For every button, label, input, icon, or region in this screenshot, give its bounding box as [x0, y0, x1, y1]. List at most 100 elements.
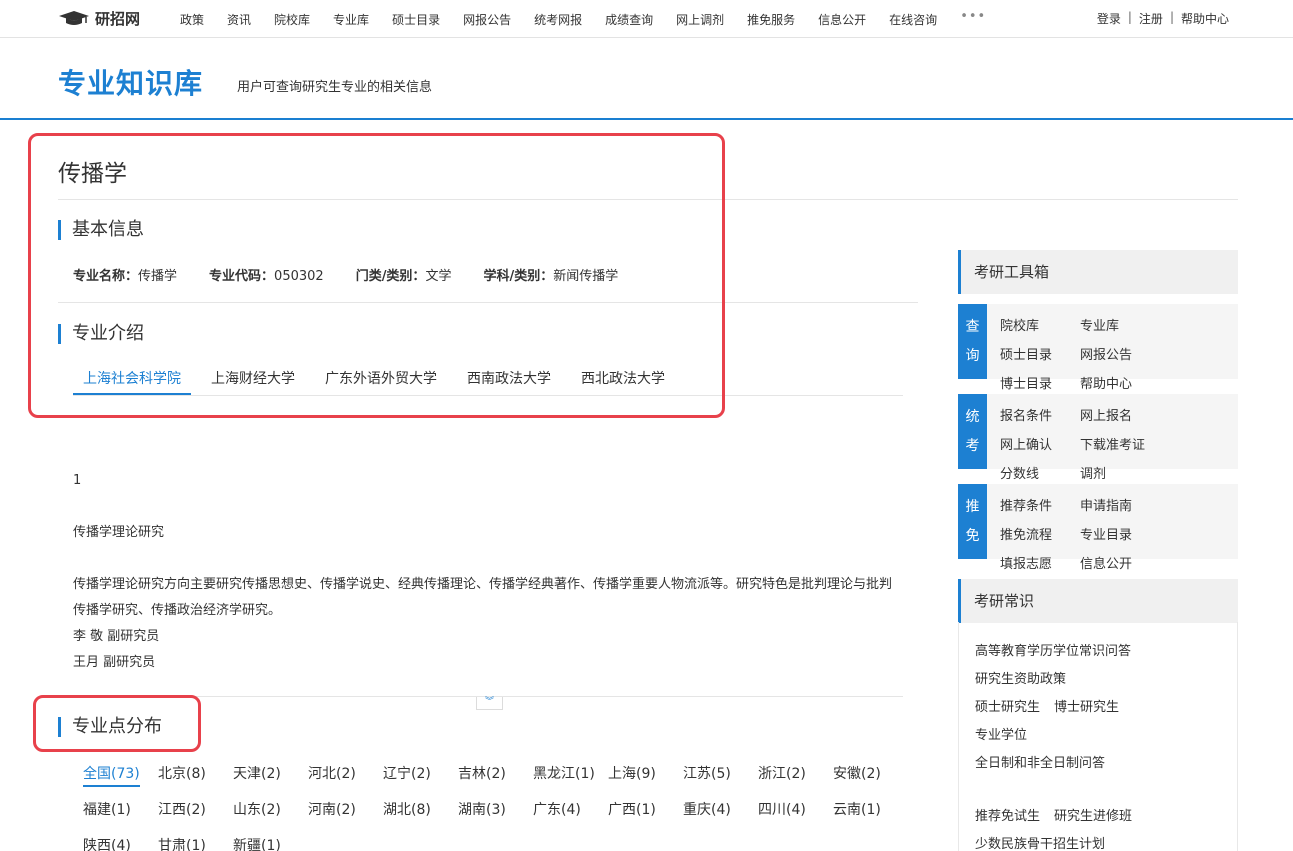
top-navbar: 研招网 政策 资讯 院校库 专业库 硕士目录 网报公告 统考网报 成绩查询 网上… [0, 0, 1293, 38]
knowledge-link[interactable]: 研究生资助政策 [975, 672, 1066, 687]
knowledge-link[interactable]: 研究生进修班 [1054, 809, 1132, 824]
tab-province-all[interactable]: 全国(73) [73, 760, 148, 796]
knowledge-item: 全日制和非全日制问答 [975, 752, 1119, 771]
nav-item-online-consult[interactable]: 在线咨询 [889, 11, 937, 28]
nav-item-adjustment[interactable]: 网上调剂 [676, 11, 724, 28]
knowledge-item: 专业学位 [975, 724, 1041, 743]
nav-item-info-disclosure[interactable]: 信息公开 [818, 11, 866, 28]
tab-province[interactable]: 广东(4) [523, 796, 598, 832]
tool-link[interactable]: 报名条件 [1000, 402, 1080, 431]
nav-item-policy[interactable]: 政策 [180, 11, 204, 28]
tab-province[interactable]: 广西(1) [598, 796, 673, 832]
nav-item-recommendation[interactable]: 推免服务 [747, 11, 795, 28]
knowledge-heading: 考研常识 [958, 579, 1238, 623]
separator: | [1128, 10, 1132, 27]
tab-province[interactable]: 上海(9) [598, 760, 673, 796]
tool-link[interactable]: 信息公开 [1080, 550, 1160, 579]
graduation-cap-icon [58, 10, 90, 26]
register-link[interactable]: 注册 [1139, 10, 1163, 27]
expand-chevron-icon[interactable]: ︾ [476, 697, 503, 710]
knowledge-item: 少数民族骨干招生计划 [975, 833, 1119, 851]
tool-link[interactable]: 填报志愿 [1000, 550, 1080, 579]
tool-link[interactable]: 专业目录 [1080, 521, 1160, 550]
tool-links: 报名条件 网上报名 网上确认 下载准考证 分数线 调剂 [1000, 402, 1235, 489]
tab-province[interactable]: 安徽(2) [823, 760, 898, 796]
knowledge-link[interactable]: 全日制和非全日制问答 [975, 756, 1105, 771]
knowledge-link[interactable]: 专业学位 [975, 728, 1027, 743]
tool-link[interactable]: 硕士目录 [1000, 341, 1080, 370]
intro-direction: 传播学理论研究 [73, 520, 903, 546]
knowledge-link[interactable]: 推荐免试生 [975, 809, 1040, 824]
nav-item-exam-registration[interactable]: 统考网报 [534, 11, 582, 28]
tab-province[interactable]: 北京(8) [148, 760, 223, 796]
tool-link[interactable]: 院校库 [1000, 312, 1080, 341]
login-link[interactable]: 登录 [1097, 10, 1121, 27]
tab-province[interactable]: 福建(1) [73, 796, 148, 832]
intro-person: 王月 副研究员 [73, 650, 903, 676]
intro-description: 传播学理论研究方向主要研究传播思想史、传播学说史、经典传播理论、传播学经典著作、… [73, 572, 903, 624]
knowledge-link[interactable]: 高等教育学历学位常识问答 [975, 644, 1131, 659]
knowledge-item: 推荐免试生研究生进修班 [975, 805, 1146, 824]
nav-item-master-catalog[interactable]: 硕士目录 [392, 11, 440, 28]
tab-province[interactable]: 河南(2) [298, 796, 373, 832]
tab-province[interactable]: 湖南(3) [448, 796, 523, 832]
tab-province[interactable]: 四川(4) [748, 796, 823, 832]
tool-block-query: 查询 院校库 专业库 硕士目录 网报公告 博士目录 帮助中心 [958, 304, 1238, 379]
tab-province[interactable]: 江苏(5) [673, 760, 748, 796]
province-tabs: 全国(73) 北京(8) 天津(2) 河北(2) 辽宁(2) 吉林(2) 黑龙江… [73, 760, 918, 851]
tab-province[interactable]: 浙江(2) [748, 760, 823, 796]
tool-link[interactable]: 网报公告 [1080, 341, 1160, 370]
tool-link[interactable]: 专业库 [1080, 312, 1160, 341]
tool-link[interactable]: 网上确认 [1000, 431, 1080, 460]
tool-links: 院校库 专业库 硕士目录 网报公告 博士目录 帮助中心 [1000, 312, 1235, 399]
intro-person: 李 敬 副研究员 [73, 624, 903, 650]
page-title: 专业知识库 [58, 62, 203, 102]
tab-province[interactable]: 云南(1) [823, 796, 898, 832]
tool-block-exam: 统考 报名条件 网上报名 网上确认 下载准考证 分数线 调剂 [958, 394, 1238, 469]
tool-tag: 查询 [958, 304, 987, 379]
tab-province[interactable]: 吉林(2) [448, 760, 523, 796]
knowledge-list: 高等教育学历学位常识问答 研究生资助政策 硕士研究生博士研究生 专业学位 全日制… [958, 622, 1238, 851]
tool-link[interactable]: 下载准考证 [1080, 431, 1160, 460]
tab-province[interactable]: 新疆(1) [223, 832, 298, 851]
tab-province[interactable]: 黑龙江(1) [523, 760, 598, 796]
knowledge-link[interactable]: 博士研究生 [1054, 700, 1119, 715]
tool-link[interactable]: 推荐条件 [1000, 492, 1080, 521]
page-subtitle: 用户可查询研究生专业的相关信息 [237, 76, 432, 95]
site-logo[interactable]: 研招网 [58, 8, 140, 28]
knowledge-link[interactable]: 少数民族骨干招生计划 [975, 837, 1105, 851]
knowledge-item: 高等教育学历学位常识问答 [975, 640, 1145, 659]
help-center-link[interactable]: 帮助中心 [1181, 10, 1229, 27]
tab-province[interactable]: 山东(2) [223, 796, 298, 832]
nav-item-news[interactable]: 资讯 [227, 11, 251, 28]
tab-province[interactable]: 天津(2) [223, 760, 298, 796]
tab-province[interactable]: 辽宁(2) [373, 760, 448, 796]
tab-province[interactable]: 河北(2) [298, 760, 373, 796]
tool-block-recommend: 推免 推荐条件 申请指南 推免流程 专业目录 填报志愿 信息公开 [958, 484, 1238, 559]
tab-province[interactable]: 甘肃(1) [148, 832, 223, 851]
main-nav: 政策 资讯 院校库 专业库 硕士目录 网报公告 统考网报 成绩查询 网上调剂 推… [180, 11, 986, 28]
tool-link[interactable]: 申请指南 [1080, 492, 1160, 521]
tab-province[interactable]: 江西(2) [148, 796, 223, 832]
tool-tag: 统考 [958, 394, 987, 469]
knowledge-item: 硕士研究生博士研究生 [975, 696, 1133, 715]
logo-text: 研招网 [95, 8, 140, 29]
knowledge-link[interactable]: 硕士研究生 [975, 700, 1040, 715]
tab-province[interactable]: 湖北(8) [373, 796, 448, 832]
nav-item-majors[interactable]: 专业库 [333, 11, 369, 28]
nav-item-schools[interactable]: 院校库 [274, 11, 310, 28]
highlight-box [33, 695, 201, 752]
user-links: 登录 | 注册 | 帮助中心 [1097, 10, 1229, 27]
tab-province[interactable]: 重庆(4) [673, 796, 748, 832]
knowledge-item: 研究生资助政策 [975, 668, 1080, 687]
tool-link[interactable]: 推免流程 [1000, 521, 1080, 550]
tool-links: 推荐条件 申请指南 推免流程 专业目录 填报志愿 信息公开 [1000, 492, 1235, 579]
tool-link[interactable]: 网上报名 [1080, 402, 1160, 431]
toolbox-heading: 考研工具箱 [958, 250, 1238, 294]
tab-province[interactable]: 陕西(4) [73, 832, 148, 851]
tool-tag: 推免 [958, 484, 987, 559]
more-icon[interactable]: ••• [960, 9, 986, 26]
nav-item-registration-notice[interactable]: 网报公告 [463, 11, 511, 28]
page-header: 专业知识库 用户可查询研究生专业的相关信息 [0, 38, 1293, 120]
nav-item-score-query[interactable]: 成绩查询 [605, 11, 653, 28]
